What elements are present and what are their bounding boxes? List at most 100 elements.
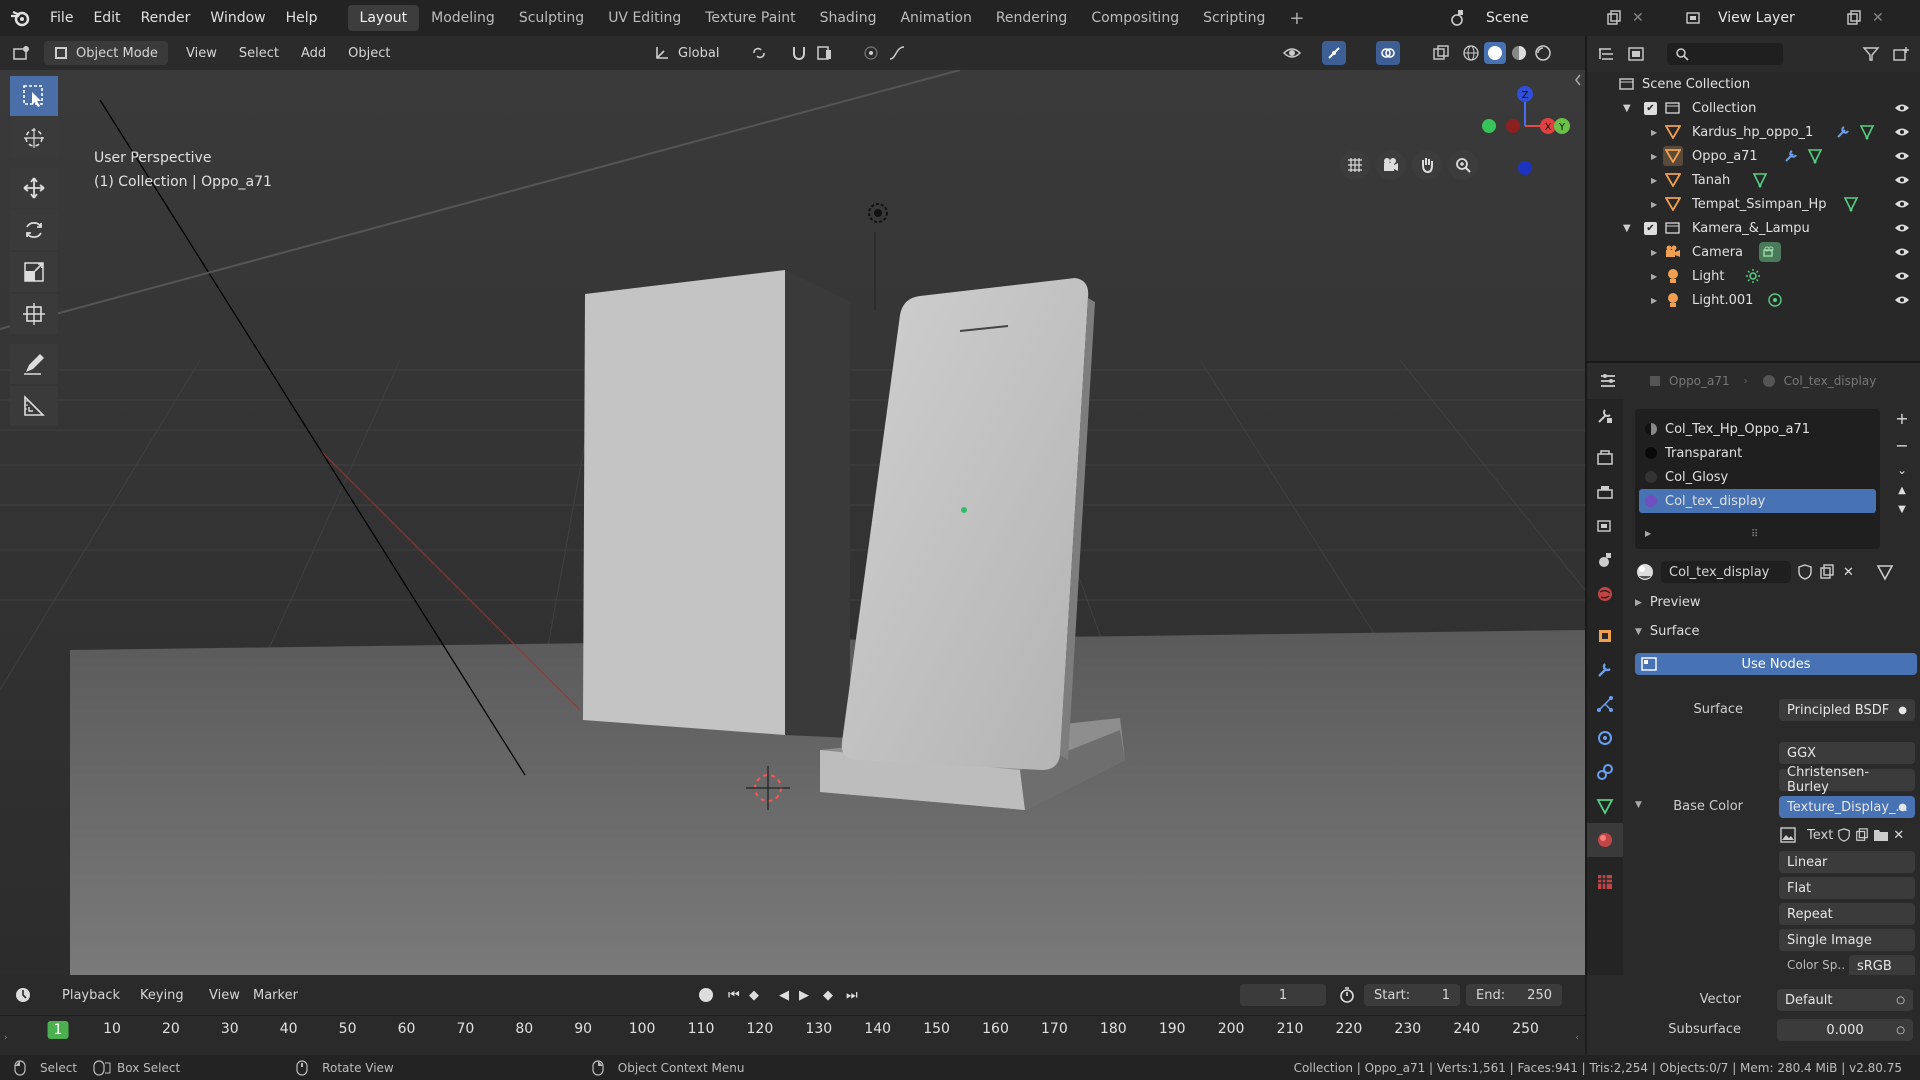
- rendered-shading-icon[interactable]: [1534, 44, 1552, 62]
- add-workspace-icon[interactable]: +: [1277, 3, 1316, 34]
- timeline-ruler[interactable]: 1 10 20 30 40 50 60 70 80 90 100 110 120 130 140 150 160…: [0, 1021, 1585, 1045]
- image-duplicate-icon[interactable]: [1855, 828, 1869, 842]
- view-layer-selector[interactable]: View Layer ✕: [1686, 4, 1884, 32]
- material-name-field[interactable]: Col_tex_display: [1661, 561, 1791, 583]
- view-layer-tab-icon[interactable]: [1587, 509, 1623, 543]
- expand-arrow-icon[interactable]: ▶: [1651, 128, 1657, 137]
- expand-arrow-icon[interactable]: ▼: [1623, 223, 1631, 234]
- mode-dropdown[interactable]: Object Mode: [44, 41, 168, 65]
- outliner-search-input[interactable]: [1667, 43, 1783, 65]
- material-sphere-icon[interactable]: [1635, 562, 1655, 582]
- eye-icon[interactable]: [1894, 151, 1910, 161]
- jump-start-icon[interactable]: ⏮: [728, 988, 740, 1003]
- tab-shading[interactable]: Shading: [808, 5, 889, 31]
- preview-panel-header[interactable]: ▶ Preview: [1635, 595, 1701, 610]
- object-tab-icon[interactable]: [1587, 619, 1623, 653]
- object-data-tab-icon[interactable]: [1587, 789, 1623, 823]
- modifier-wrench-icon[interactable]: [1835, 124, 1851, 140]
- timeline-menu-marker[interactable]: Marker: [253, 988, 298, 1003]
- vector-dropdown[interactable]: Default ○: [1777, 989, 1913, 1011]
- link-data-icon[interactable]: [1876, 563, 1894, 581]
- material-slot[interactable]: Col_Glosy: [1639, 465, 1876, 489]
- base-color-texture-field[interactable]: Texture_Display_... ●: [1779, 796, 1915, 818]
- eye-icon[interactable]: [1894, 223, 1910, 233]
- tab-layout[interactable]: Layout: [347, 5, 420, 31]
- menu-edit[interactable]: Edit: [83, 10, 130, 26]
- expand-right-icon[interactable]: ‹: [1575, 1033, 1579, 1043]
- neg-y-axis-dot[interactable]: [1482, 119, 1496, 133]
- image-icon[interactable]: [1779, 826, 1797, 844]
- checkbox-icon[interactable]: ✔: [1644, 101, 1657, 115]
- camera-data-icon[interactable]: [1759, 242, 1781, 262]
- slot-menu-icon[interactable]: ⌄: [1897, 463, 1907, 477]
- unlink-image-icon[interactable]: ✕: [1893, 828, 1904, 843]
- solid-shading-icon[interactable]: [1484, 42, 1506, 64]
- eye-icon[interactable]: [1894, 127, 1910, 137]
- expand-arrow-icon[interactable]: ▶: [1651, 176, 1657, 185]
- tab-compositing[interactable]: Compositing: [1079, 5, 1191, 31]
- pan-hand-icon[interactable]: [1412, 150, 1442, 180]
- outliner-row-kardus[interactable]: ▶ Kardus_hp_oppo_1: [1587, 120, 1920, 144]
- menu-render[interactable]: Render: [131, 10, 201, 26]
- scene-name[interactable]: Scene: [1486, 10, 1606, 26]
- end-frame-field[interactable]: End: 250: [1466, 984, 1562, 1006]
- timeline-menu-keying[interactable]: Keying: [140, 988, 184, 1003]
- filter-icon[interactable]: [1862, 46, 1880, 62]
- expand-arrow-icon[interactable]: ▶: [1651, 296, 1657, 305]
- visibility-selector-icon[interactable]: [1282, 44, 1302, 62]
- output-tab-icon[interactable]: [1587, 475, 1623, 509]
- mesh-data-icon[interactable]: [1752, 172, 1768, 188]
- material-slot[interactable]: Transparant: [1639, 441, 1876, 465]
- play-icon[interactable]: ▶: [799, 988, 809, 1003]
- jump-end-icon[interactable]: ⏭: [846, 988, 858, 1003]
- expand-arrow-icon[interactable]: ▶: [1651, 272, 1657, 281]
- current-frame-marker[interactable]: 1: [47, 1021, 69, 1039]
- viewport-menu-add[interactable]: Add: [301, 46, 326, 61]
- tab-modeling[interactable]: Modeling: [419, 5, 507, 31]
- neg-x-axis-dot[interactable]: [1506, 119, 1520, 133]
- pivot-icon[interactable]: [750, 44, 768, 62]
- outliner-row-camera[interactable]: ▶ Camera: [1587, 240, 1920, 264]
- image-name-field[interactable]: Text: [1807, 828, 1833, 843]
- move-tool-icon[interactable]: [10, 168, 58, 208]
- outliner-editor-icon[interactable]: [1597, 46, 1615, 62]
- sun-light-data-icon[interactable]: [1745, 268, 1761, 284]
- close-scene-icon[interactable]: ✕: [1632, 10, 1644, 26]
- current-frame-field[interactable]: 1: [1240, 984, 1326, 1006]
- annotate-tool-icon[interactable]: [10, 344, 58, 384]
- subsurface-method-dropdown[interactable]: Christensen-Burley: [1779, 765, 1915, 795]
- open-folder-icon[interactable]: [1873, 828, 1889, 842]
- viewport-menu-object[interactable]: Object: [348, 46, 390, 61]
- editor-type-icon[interactable]: [0, 45, 44, 61]
- subsurface-value-field[interactable]: 0.000 ○: [1777, 1019, 1913, 1041]
- blender-logo-icon[interactable]: [0, 0, 40, 36]
- mesh-data-icon[interactable]: [1843, 196, 1859, 212]
- cursor-tool-icon[interactable]: [10, 118, 58, 158]
- next-keyframe-icon[interactable]: ◆: [823, 988, 833, 1003]
- surface-shader-dropdown[interactable]: Principled BSDF ●: [1779, 699, 1915, 721]
- wireframe-shading-icon[interactable]: [1462, 44, 1480, 62]
- transform-tool-icon[interactable]: [10, 294, 58, 334]
- expand-arrow-icon[interactable]: ▶: [1651, 152, 1657, 161]
- timeline-menu-view[interactable]: View: [209, 988, 240, 1003]
- use-nodes-button[interactable]: Use Nodes: [1635, 653, 1917, 675]
- modifier-tab-icon[interactable]: [1587, 653, 1623, 687]
- constraints-tab-icon[interactable]: [1587, 755, 1623, 789]
- outliner-row-kamera-lampu[interactable]: ▼ ✔ Kamera_&_Lampu: [1587, 216, 1920, 240]
- eye-icon[interactable]: [1894, 103, 1910, 113]
- tab-uv-editing[interactable]: UV Editing: [596, 5, 693, 31]
- eye-icon[interactable]: [1894, 247, 1910, 257]
- outliner-row-tempat[interactable]: ▶ Tempat_Ssimpan_Hp: [1587, 192, 1920, 216]
- menu-file[interactable]: File: [40, 10, 83, 26]
- tab-animation[interactable]: Animation: [888, 5, 983, 31]
- distribution-dropdown[interactable]: GGX: [1779, 742, 1915, 764]
- close-view-layer-icon[interactable]: ✕: [1872, 10, 1884, 26]
- remove-slot-icon[interactable]: −: [1895, 436, 1908, 455]
- modifier-wrench-icon[interactable]: [1783, 148, 1799, 164]
- eye-icon[interactable]: [1894, 175, 1910, 185]
- collapse-sidebar-icon[interactable]: [1573, 70, 1583, 90]
- properties-editor-icon[interactable]: [1599, 373, 1617, 389]
- image-fake-user-icon[interactable]: [1837, 828, 1851, 842]
- render-tab-icon[interactable]: [1587, 441, 1623, 475]
- eye-icon[interactable]: [1894, 271, 1910, 281]
